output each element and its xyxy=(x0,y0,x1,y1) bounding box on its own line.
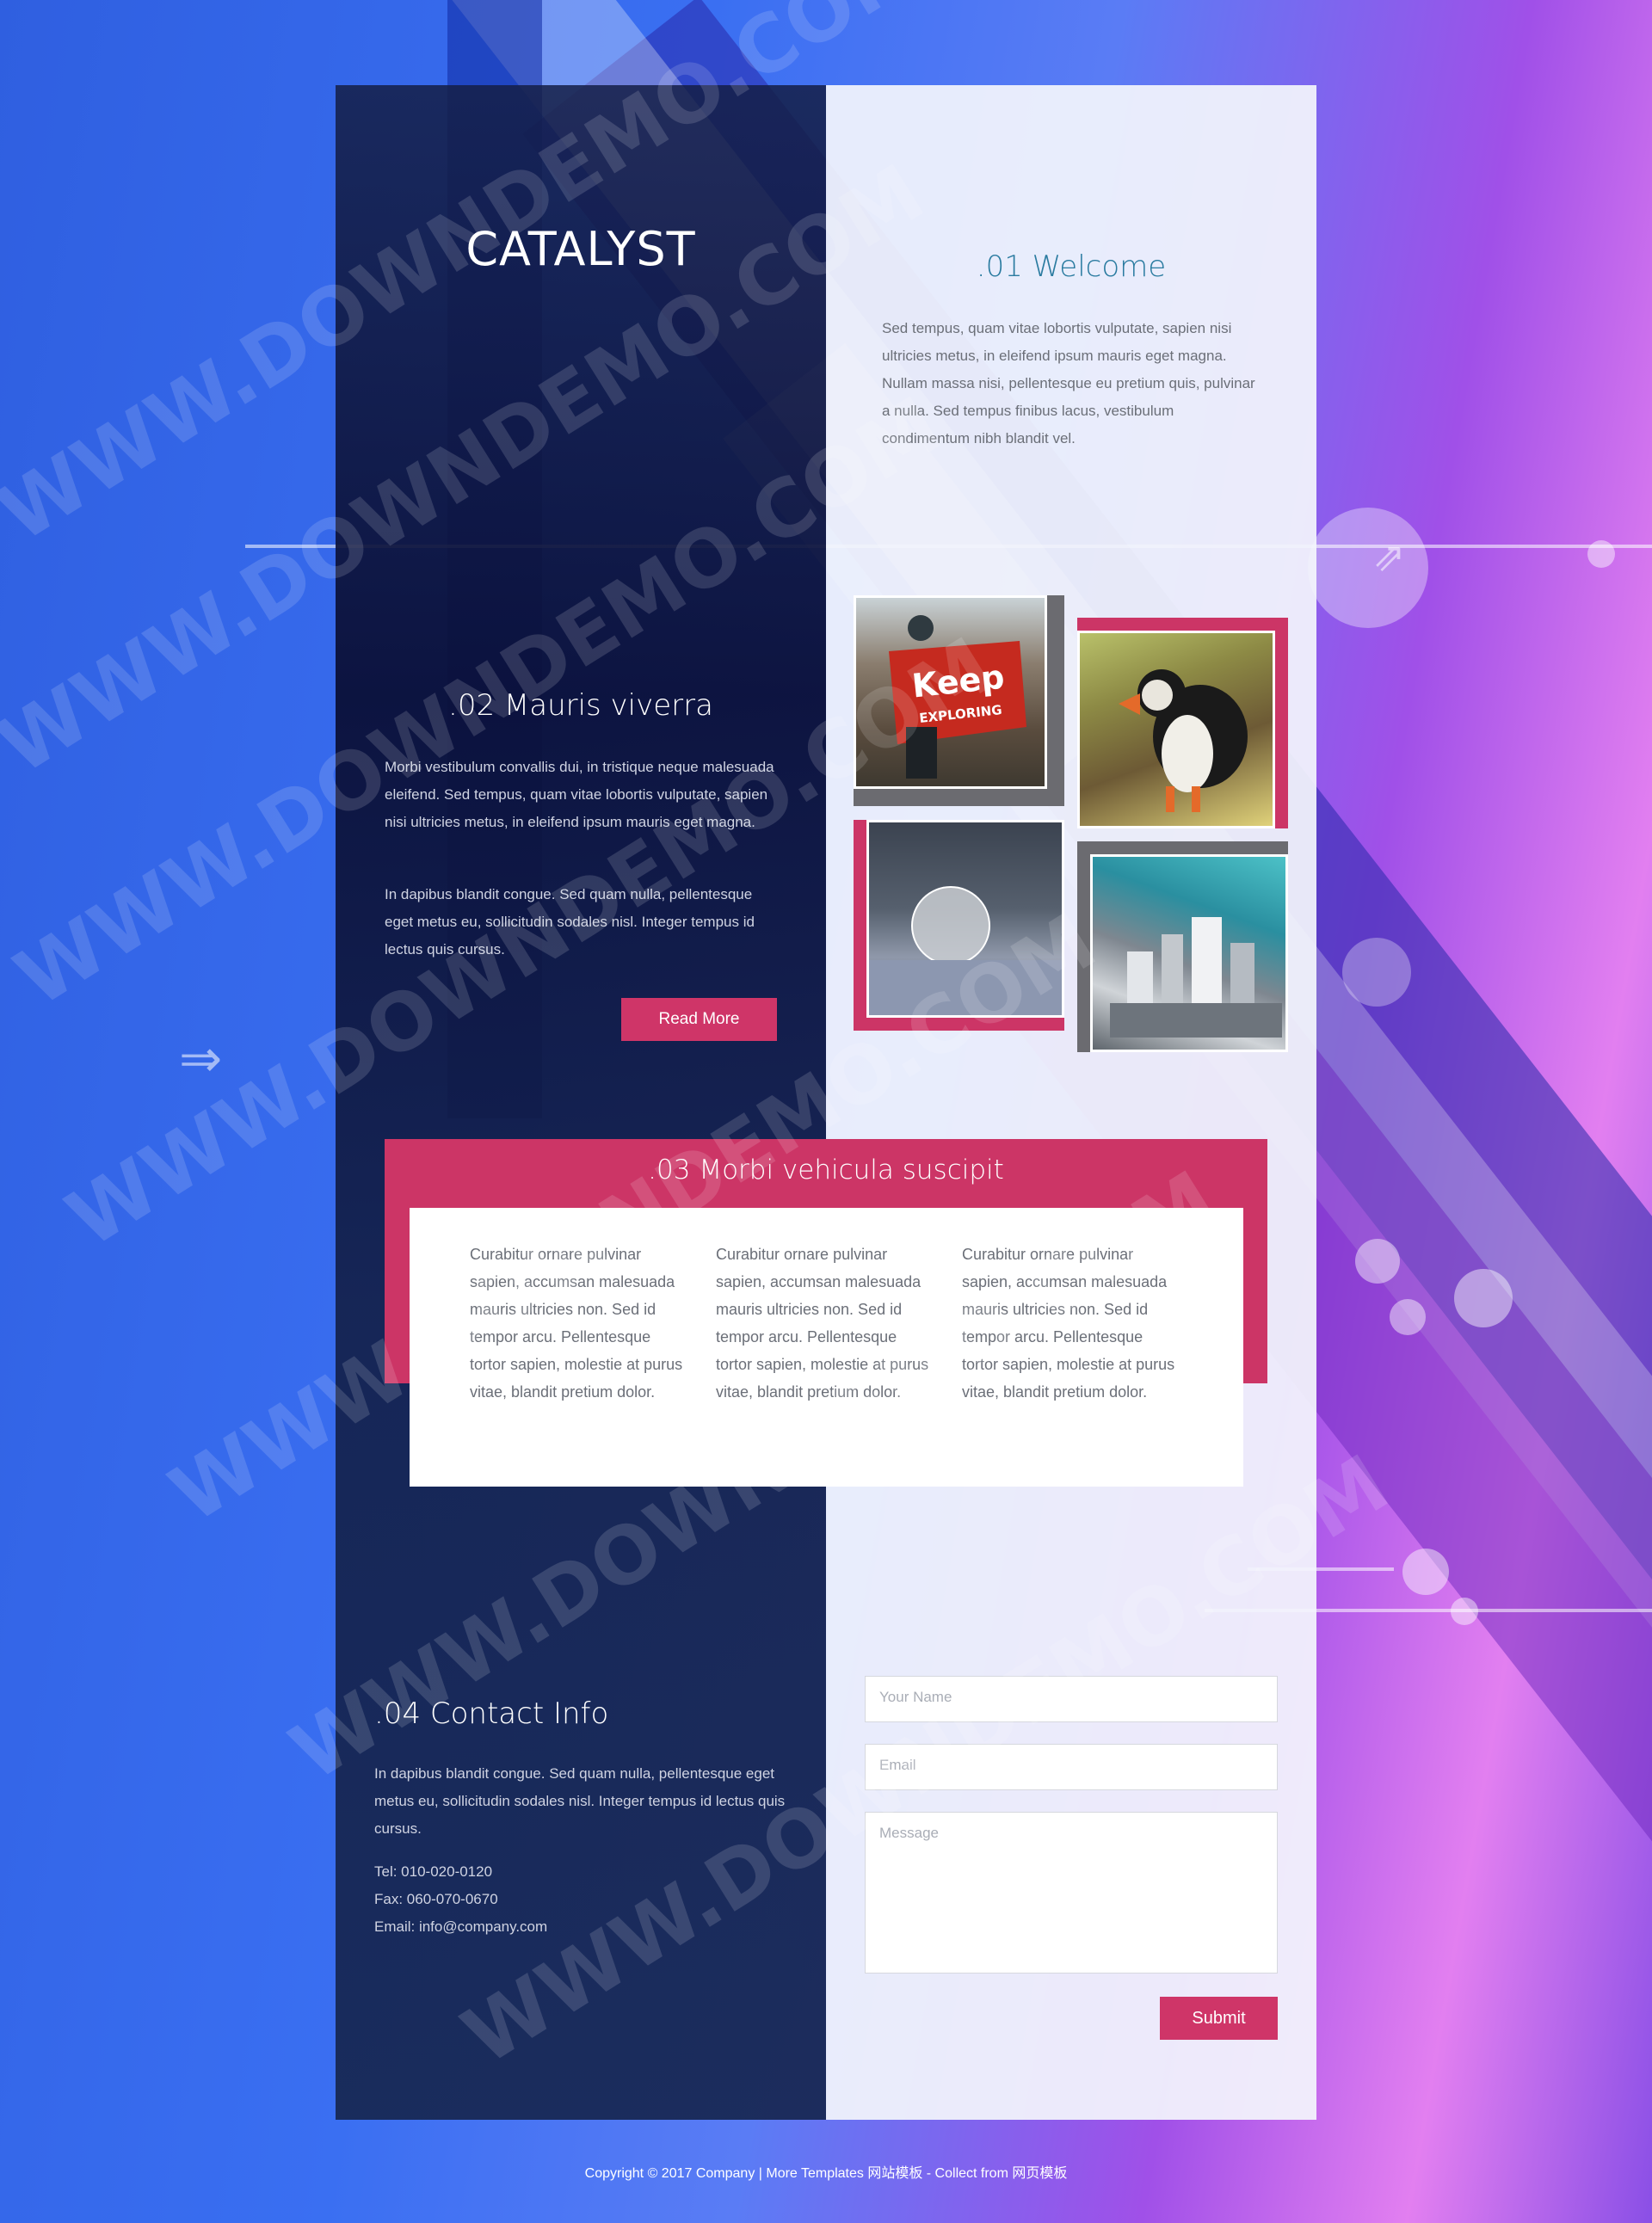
gallery-image-city-aerial[interactable] xyxy=(1090,854,1288,1052)
gallery-image-puffin[interactable] xyxy=(1077,631,1275,828)
submit-button[interactable]: Submit xyxy=(1160,1997,1278,2040)
bg-circle xyxy=(1402,1549,1449,1595)
arrow-right-icon: ⇗ xyxy=(1372,533,1406,580)
contact-fax: Fax: 060-070-0670 xyxy=(374,1891,498,1907)
read-more-button[interactable]: Read More xyxy=(621,998,777,1041)
welcome-heading: .01 Welcome xyxy=(976,249,1167,284)
contact-email[interactable]: Email: info@company.com xyxy=(374,1918,547,1936)
message-field[interactable]: Message xyxy=(865,1812,1278,1974)
bg-circle xyxy=(1451,1598,1478,1625)
city-illustration xyxy=(1110,917,1282,1038)
bg-circle xyxy=(1342,938,1411,1007)
bg-circle xyxy=(1587,540,1615,568)
section3-heading: .03 Morbi vehicula suscipit xyxy=(648,1155,1004,1185)
bg-circle xyxy=(1355,1239,1400,1284)
puffin-illustration xyxy=(1119,669,1248,812)
contact-tel: Tel: 010-020-0120 xyxy=(374,1863,493,1880)
arrow-right-icon: ⇒ xyxy=(179,1029,223,1089)
footer-copyright: Copyright © 2017 Company | More Template… xyxy=(584,2166,1068,2181)
bg-circle xyxy=(1308,508,1428,628)
bg-circle xyxy=(1454,1269,1513,1327)
bg-circle xyxy=(1390,1299,1426,1335)
